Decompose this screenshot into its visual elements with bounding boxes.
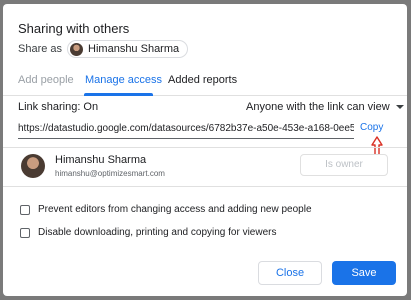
active-tab-indicator	[84, 93, 153, 96]
share-as-row: Share as Himanshu Sharma	[18, 40, 189, 58]
option-label: Disable downloading, printing and copyin…	[38, 227, 277, 238]
close-button[interactable]: Close	[258, 261, 322, 285]
option-disable-downloading[interactable]: Disable downloading, printing and copyin…	[20, 227, 276, 238]
checkbox[interactable]	[20, 204, 30, 215]
sharing-dialog: Sharing with others Share as Himanshu Sh…	[3, 4, 407, 296]
owner-avatar	[21, 154, 45, 178]
tab-manage-access[interactable]: Manage access	[85, 74, 162, 86]
owner-name: Himanshu Sharma	[55, 154, 147, 166]
tab-bar: Add people Manage access Added reports	[3, 66, 407, 96]
owner-email: himanshu@optimizesmart.com	[55, 169, 165, 178]
caret-down-icon	[395, 105, 404, 109]
tab-added-reports[interactable]: Added reports	[168, 74, 237, 86]
dialog-title: Sharing with others	[18, 21, 130, 36]
share-url-field[interactable]: https://datastudio.google.com/datasource…	[18, 119, 354, 139]
save-button[interactable]: Save	[332, 261, 396, 285]
owner-role-button: Is owner	[300, 154, 388, 176]
checkbox[interactable]	[20, 227, 30, 238]
share-as-label: Share as	[18, 43, 63, 55]
owner-row: Himanshu Sharma himanshu@optimizesmart.c…	[3, 147, 407, 187]
copy-link-button[interactable]: Copy	[360, 122, 383, 133]
option-label: Prevent editors from changing access and…	[38, 204, 312, 215]
option-prevent-editors[interactable]: Prevent editors from changing access and…	[20, 204, 312, 215]
share-as-user-name: Himanshu Sharma	[88, 43, 180, 55]
link-sharing-status: Link sharing: On	[18, 101, 99, 113]
share-as-user-chip[interactable]: Himanshu Sharma	[67, 40, 189, 58]
avatar	[70, 42, 84, 56]
tab-add-people[interactable]: Add people	[18, 74, 74, 86]
link-access-dropdown[interactable]: Anyone with the link can view	[246, 101, 404, 113]
link-access-value: Anyone with the link can view	[246, 101, 390, 113]
